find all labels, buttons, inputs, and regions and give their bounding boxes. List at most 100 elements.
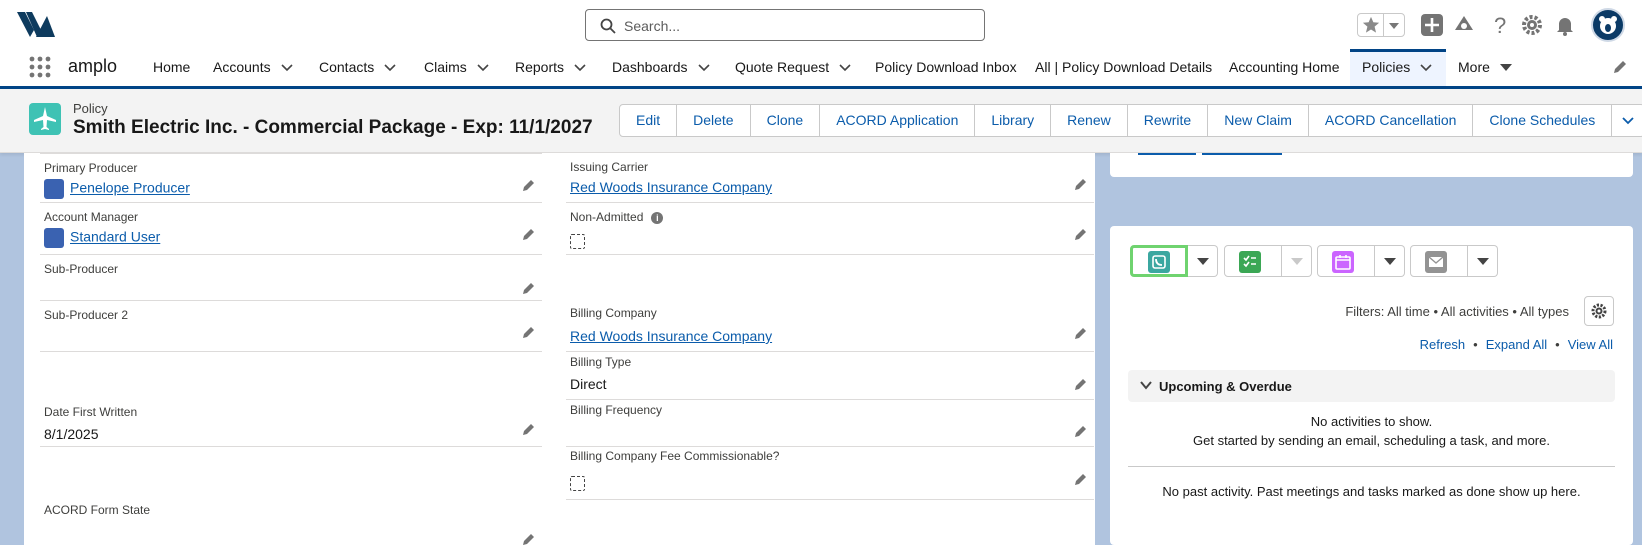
- clone-button[interactable]: Clone: [749, 104, 821, 137]
- new-task-dropdown[interactable]: [1282, 245, 1312, 277]
- edit-pencil-icon[interactable]: [1074, 177, 1088, 191]
- log-call-dropdown[interactable]: [1188, 245, 1218, 277]
- caret-down-icon[interactable]: [1499, 64, 1512, 72]
- acord-application-button[interactable]: ACORD Application: [819, 104, 976, 137]
- nav-item-policy-download-inbox[interactable]: Policy Download Inbox: [875, 49, 1017, 86]
- nav-item-contacts[interactable]: Contacts: [319, 49, 396, 86]
- edit-pencil-icon[interactable]: [522, 325, 536, 339]
- activity-settings-button[interactable]: [1584, 296, 1614, 326]
- billing-company-link[interactable]: Red Woods Insurance Company: [570, 328, 772, 344]
- email-button[interactable]: [1410, 245, 1468, 277]
- edit-button[interactable]: Edit: [619, 104, 678, 137]
- global-actions-icon[interactable]: [1420, 13, 1444, 37]
- no-past-activity-message: No past activity. Past meetings and task…: [1162, 484, 1581, 499]
- field-label: Billing Frequency: [570, 403, 663, 417]
- library-button[interactable]: Library: [974, 104, 1052, 137]
- nav-item-policies[interactable]: Policies: [1350, 49, 1446, 86]
- nav-item-label: Claims: [424, 59, 467, 75]
- upcoming-overdue-title: Upcoming & Overdue: [1159, 379, 1292, 394]
- gear-icon[interactable]: [1520, 13, 1544, 37]
- new-task-button[interactable]: [1224, 245, 1282, 277]
- chevron-down-icon[interactable]: [574, 64, 586, 72]
- edit-nav-pencil-icon[interactable]: [1612, 59, 1628, 75]
- calendar-icon: [1332, 251, 1354, 273]
- chevron-down-icon[interactable]: [697, 64, 710, 72]
- new-event-button[interactable]: [1317, 245, 1375, 277]
- field-value: Penelope Producer: [44, 179, 190, 199]
- avatar-icon: [1599, 16, 1617, 34]
- nav-item-policy-download-details[interactable]: All | Policy Download Details: [1035, 49, 1212, 86]
- edit-pencil-icon[interactable]: [1074, 424, 1088, 438]
- expand-all-link[interactable]: Expand All: [1486, 337, 1547, 352]
- help-icon[interactable]: ?: [1488, 13, 1512, 37]
- field-billing-fee-commissionable: Billing Company Fee Commissionable?: [566, 447, 1094, 500]
- email-dropdown[interactable]: [1468, 245, 1498, 277]
- upcoming-overdue-section-header[interactable]: Upcoming & Overdue: [1128, 370, 1615, 402]
- object-type-label: Policy: [73, 101, 108, 116]
- nav-item-label: Accounts: [213, 59, 271, 75]
- chevron-down-icon[interactable]: [839, 64, 851, 72]
- trailhead-help-icon[interactable]: [1452, 13, 1476, 37]
- primary-producer-link[interactable]: Penelope Producer: [70, 180, 190, 196]
- nav-item-accounts[interactable]: Accounts: [213, 49, 293, 86]
- policy-detail-panel: Primary Producer Penelope Producer Accou…: [24, 153, 1095, 545]
- nav-item-accounting-home[interactable]: Accounting Home: [1229, 49, 1340, 86]
- divider: [1383, 14, 1384, 36]
- info-icon[interactable]: i: [651, 211, 664, 224]
- edit-pencil-icon[interactable]: [1074, 326, 1088, 340]
- field-billing-company: Billing Company Red Woods Insurance Comp…: [566, 302, 1094, 352]
- edit-pencil-icon[interactable]: [522, 532, 536, 545]
- task-icon: [1239, 251, 1261, 273]
- new-event-dropdown[interactable]: [1375, 245, 1405, 277]
- nav-item-more[interactable]: More: [1458, 49, 1512, 86]
- delete-button[interactable]: Delete: [676, 104, 751, 137]
- activity-filters-text[interactable]: Filters: All time • All activities • All…: [1345, 304, 1569, 319]
- user-avatar[interactable]: [1591, 8, 1625, 42]
- new-claim-button[interactable]: New Claim: [1207, 104, 1309, 137]
- chevron-down-icon[interactable]: [1388, 21, 1400, 31]
- nav-item-dashboards[interactable]: Dashboards: [612, 49, 710, 86]
- issuing-carrier-link[interactable]: Red Woods Insurance Company: [570, 179, 772, 195]
- edit-pencil-icon[interactable]: [522, 178, 536, 192]
- clone-schedules-button[interactable]: Clone Schedules: [1472, 104, 1613, 137]
- nav-item-quote-request[interactable]: Quote Request: [735, 49, 851, 86]
- edit-pencil-icon[interactable]: [1074, 227, 1088, 241]
- chevron-down-icon: [1197, 258, 1209, 265]
- search-icon: [600, 18, 616, 34]
- field-acord-form-state: ACORD Form State: [40, 496, 542, 545]
- global-search-input[interactable]: Search...: [585, 9, 985, 41]
- edit-pencil-icon[interactable]: [522, 422, 536, 436]
- field-label: Billing Type: [570, 355, 632, 369]
- edit-pencil-icon[interactable]: [1074, 472, 1088, 486]
- chevron-down-icon[interactable]: [1420, 64, 1432, 72]
- chevron-down-icon[interactable]: [384, 64, 396, 72]
- chevron-down-icon[interactable]: [477, 64, 489, 72]
- field-label: Date First Written: [44, 405, 138, 419]
- edit-pencil-icon[interactable]: [1074, 377, 1088, 391]
- activity-links: Refresh • Expand All • View All: [1420, 337, 1613, 352]
- edit-pencil-icon[interactable]: [522, 227, 536, 241]
- more-actions-button[interactable]: [1611, 104, 1642, 137]
- field-issuing-carrier: Issuing Carrier Red Woods Insurance Comp…: [566, 153, 1094, 203]
- nav-item-home[interactable]: Home: [153, 49, 190, 86]
- chevron-down-icon: [1622, 117, 1634, 125]
- acord-cancellation-button[interactable]: ACORD Cancellation: [1307, 104, 1474, 137]
- refresh-link[interactable]: Refresh: [1420, 337, 1466, 352]
- log-call-button[interactable]: [1130, 245, 1188, 277]
- app-launcher-icon[interactable]: [29, 56, 51, 78]
- edit-pencil-icon[interactable]: [522, 281, 536, 295]
- favorites-button[interactable]: [1357, 13, 1405, 37]
- nav-item-label: Accounting Home: [1229, 59, 1340, 75]
- nav-item-reports[interactable]: Reports: [515, 49, 586, 86]
- field-label: Billing Company: [570, 306, 657, 320]
- renew-button[interactable]: Renew: [1050, 104, 1128, 137]
- rewrite-button[interactable]: Rewrite: [1126, 104, 1209, 137]
- field-date-first-written: Date First Written 8/1/2025: [40, 398, 542, 447]
- amplo-logo[interactable]: [17, 10, 55, 38]
- notifications-bell-icon[interactable]: [1553, 13, 1577, 37]
- gear-icon: [1591, 303, 1607, 319]
- account-manager-link[interactable]: Standard User: [70, 229, 160, 245]
- view-all-link[interactable]: View All: [1568, 337, 1613, 352]
- chevron-down-icon[interactable]: [281, 64, 293, 72]
- nav-item-claims[interactable]: Claims: [424, 49, 489, 86]
